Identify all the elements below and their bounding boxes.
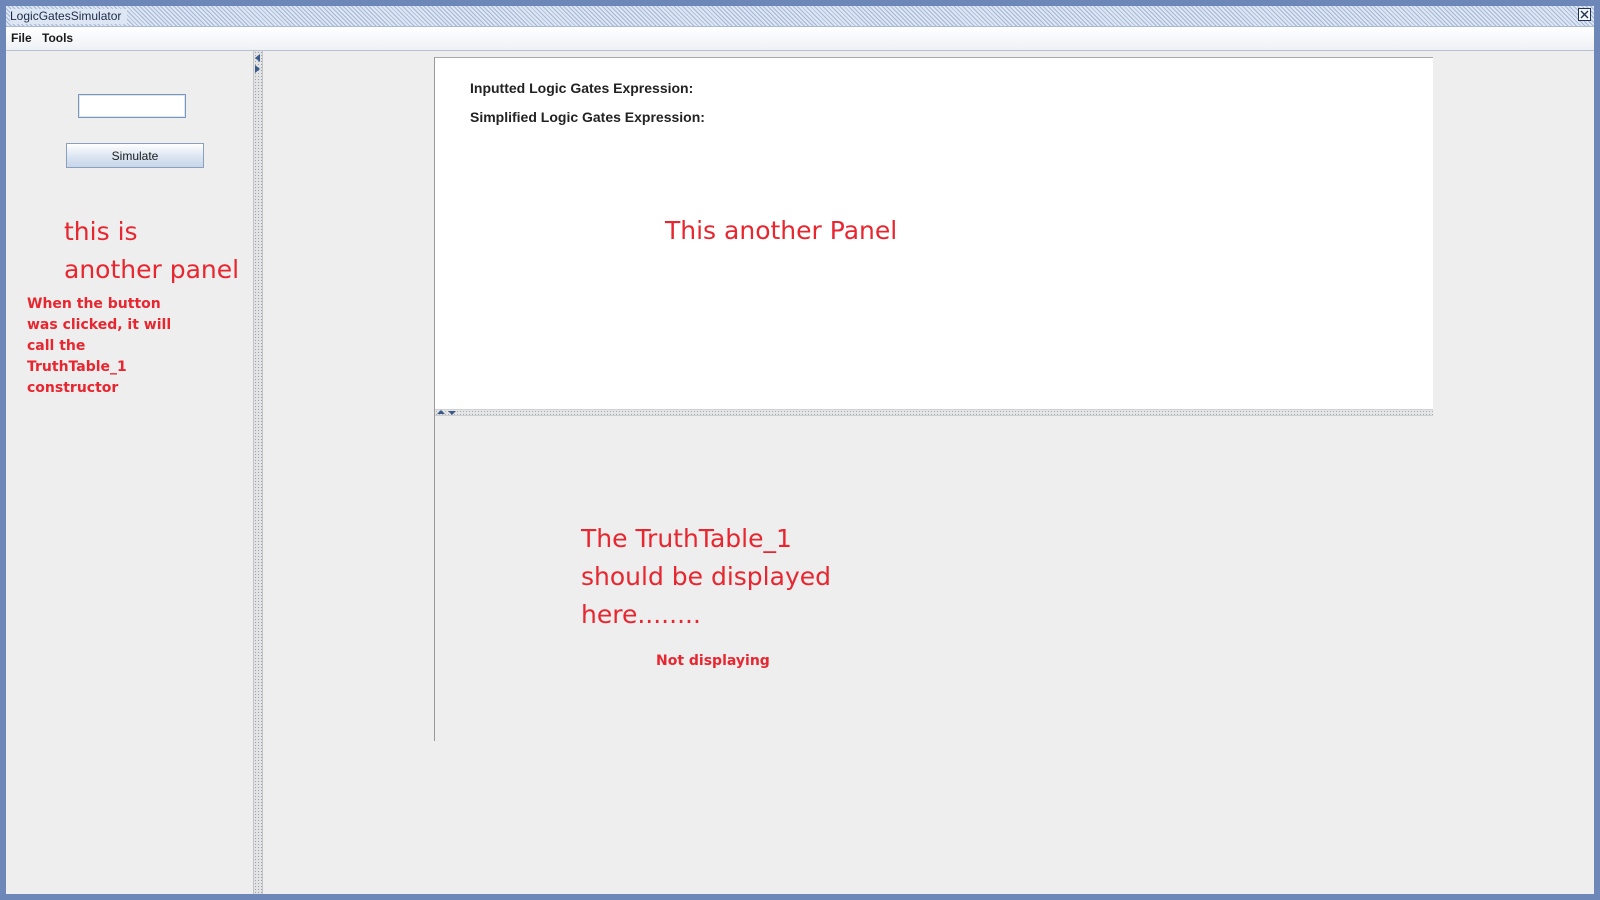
- bottom-annotation-line: here........: [581, 600, 701, 629]
- expression-input[interactable]: [78, 94, 186, 118]
- left-annotation-title: this is another panel: [64, 213, 239, 289]
- menu-file[interactable]: File: [11, 31, 32, 45]
- bottom-annotation-line: should be displayed: [581, 562, 831, 591]
- not-displaying-note: Not displaying: [656, 653, 770, 669]
- collapse-up-icon[interactable]: [437, 410, 445, 414]
- inputted-expression-label: Inputted Logic Gates Expression:: [470, 80, 694, 96]
- left-note-line: TruthTable_1: [27, 359, 127, 375]
- expand-down-icon[interactable]: [448, 411, 456, 415]
- menu-tools[interactable]: Tools: [42, 31, 73, 45]
- left-annotation-line: this is: [64, 217, 138, 246]
- close-icon[interactable]: [1578, 8, 1591, 21]
- vertical-split-divider[interactable]: [253, 51, 263, 894]
- title-bar[interactable]: LogicGatesSimulator: [6, 6, 1594, 27]
- top-panel-annotation: This another Panel: [665, 216, 898, 245]
- main-area: Inputted Logic Gates Expression: Simplif…: [263, 51, 1594, 894]
- collapse-left-icon[interactable]: [255, 54, 260, 62]
- left-note-line: When the button: [27, 296, 161, 312]
- left-annotation-note: When the button was clicked, it will cal…: [27, 294, 171, 399]
- expression-panel: Inputted Logic Gates Expression: Simplif…: [435, 57, 1433, 409]
- truth-table-panel: The TruthTable_1 should be displayed her…: [435, 416, 1433, 741]
- left-annotation-line: another panel: [64, 255, 240, 284]
- left-note-line: was clicked, it will: [27, 317, 172, 333]
- window-title: LogicGatesSimulator: [10, 9, 128, 24]
- content-area: Simulate this is another panel When the …: [6, 51, 1594, 894]
- main-split-pane: Inputted Logic Gates Expression: Simplif…: [434, 57, 1433, 741]
- left-note-line: constructor: [27, 380, 119, 396]
- menu-bar: File Tools: [6, 27, 1594, 51]
- expand-right-icon[interactable]: [255, 65, 260, 73]
- simulate-button[interactable]: Simulate: [66, 143, 204, 168]
- app-window: LogicGatesSimulator File Tools Simulate …: [0, 0, 1600, 900]
- bottom-annotation-line: The TruthTable_1: [581, 524, 792, 553]
- horizontal-split-divider[interactable]: [435, 409, 1433, 416]
- bottom-panel-annotation: The TruthTable_1 should be displayed her…: [581, 520, 831, 634]
- left-note-line: call the: [27, 338, 86, 354]
- simplified-expression-label: Simplified Logic Gates Expression:: [470, 109, 705, 125]
- left-panel: Simulate this is another panel When the …: [6, 51, 253, 894]
